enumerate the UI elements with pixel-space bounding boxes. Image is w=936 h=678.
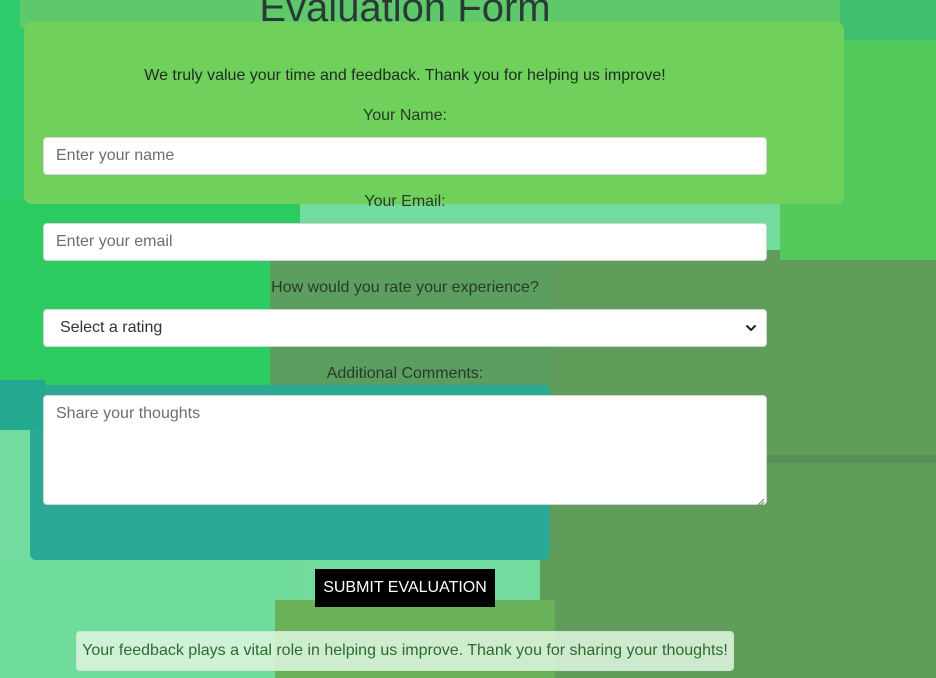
- rating-select-value: Select a rating: [60, 319, 163, 336]
- intro-text: We truly value your time and feedback. T…: [144, 67, 666, 84]
- chevron-down-icon: [744, 321, 758, 335]
- comments-label: Additional Comments:: [326, 365, 484, 382]
- submit-button[interactable]: SUBMIT EVALUATION: [315, 569, 495, 607]
- name-input[interactable]: [43, 137, 767, 175]
- email-input[interactable]: [43, 223, 767, 261]
- feedback-note: Your feedback plays a vital role in help…: [76, 631, 734, 671]
- email-label: Your Email:: [364, 193, 446, 210]
- bg-block: [0, 380, 45, 430]
- comments-wrapper: [43, 395, 767, 506]
- rating-select[interactable]: Select a rating: [43, 309, 767, 347]
- rating-label: How would you rate your experience?: [271, 279, 539, 296]
- resize-grip-icon[interactable]: [755, 493, 765, 506]
- comments-textarea[interactable]: [43, 395, 767, 505]
- page-title: Evaluation Form: [259, 0, 551, 30]
- bg-block: [840, 0, 936, 40]
- name-label: Your Name:: [363, 107, 447, 124]
- bg-block: [760, 455, 936, 463]
